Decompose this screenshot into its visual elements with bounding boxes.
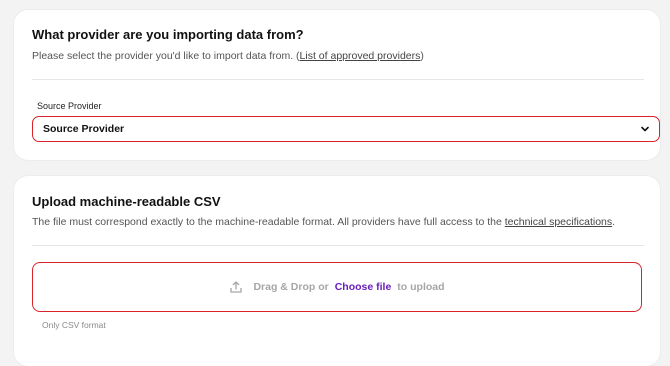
- choose-file-link[interactable]: Choose file: [335, 281, 392, 293]
- approved-providers-link[interactable]: List of approved providers: [300, 50, 421, 62]
- dropzone-text-suffix: to upload: [397, 281, 445, 293]
- technical-specifications-link[interactable]: technical specifications: [505, 216, 612, 228]
- provider-card-description: Please select the provider you'd like to…: [32, 50, 424, 62]
- upload-card: Upload machine-readable CSV The file mus…: [14, 176, 660, 366]
- provider-card: What provider are you importing data fro…: [14, 10, 660, 160]
- upload-description-suffix: .: [612, 216, 616, 228]
- dropzone-text: Drag & Drop or: [253, 281, 329, 293]
- upload-divider: [32, 245, 644, 246]
- provider-card-title: What provider are you importing data fro…: [32, 27, 304, 42]
- upload-icon: [230, 281, 243, 293]
- upload-card-title: Upload machine-readable CSV: [32, 194, 221, 209]
- source-provider-label: Source Provider: [37, 101, 102, 111]
- source-provider-select[interactable]: Source Provider: [32, 116, 660, 142]
- upload-description-text: The file must correspond exactly to the …: [32, 216, 505, 228]
- source-provider-select-value: Source Provider: [43, 123, 125, 135]
- csv-dropzone[interactable]: Drag & Drop or Choose file to upload: [32, 262, 642, 312]
- provider-description-text: Please select the provider you'd like to…: [32, 50, 300, 62]
- chevron-down-icon: [641, 126, 649, 132]
- upload-card-description: The file must correspond exactly to the …: [32, 216, 615, 228]
- provider-description-suffix: ): [420, 50, 424, 62]
- file-format-hint: Only CSV format: [42, 320, 106, 330]
- provider-divider: [32, 79, 644, 80]
